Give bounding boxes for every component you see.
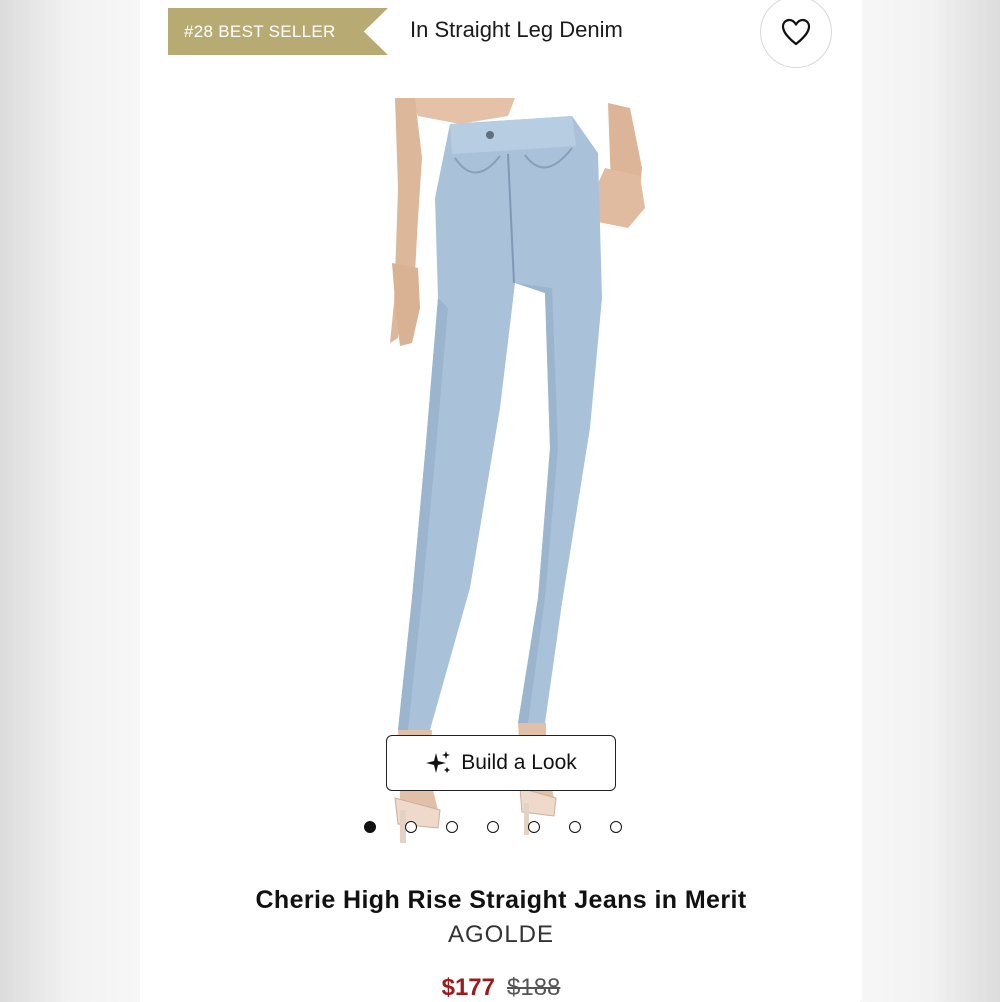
build-a-look-label: Build a Look — [461, 751, 577, 774]
product-brand[interactable]: AGOLDE — [140, 921, 862, 949]
category-link[interactable]: In Straight Leg Denim — [410, 17, 623, 43]
sale-price: $177 — [441, 974, 495, 1001]
gallery-dot-6[interactable] — [569, 821, 581, 833]
gallery-dot-5[interactable] — [528, 821, 540, 833]
favorite-button[interactable] — [760, 0, 832, 68]
gallery-dot-1[interactable] — [364, 821, 376, 833]
gallery-dot-7[interactable] — [610, 821, 622, 833]
build-a-look-button[interactable]: Build a Look — [386, 735, 616, 791]
gallery-dot-4[interactable] — [487, 821, 499, 833]
gallery-dot-2[interactable] — [405, 821, 417, 833]
product-image[interactable] — [340, 98, 660, 843]
best-seller-badge: #28 BEST SELLER — [168, 8, 388, 55]
sparkles-icon — [426, 751, 451, 773]
gallery-dot-3[interactable] — [446, 821, 458, 833]
gallery-pagination — [364, 821, 622, 833]
best-seller-label: #28 BEST SELLER — [184, 21, 336, 41]
original-price: $188 — [507, 974, 561, 1001]
product-title: Cherie High Rise Straight Jeans in Merit — [255, 886, 747, 914]
product-card: #28 BEST SELLER In Straight Leg Denim Bu… — [140, 0, 862, 1002]
price-row: $177 $188 — [140, 974, 862, 1002]
heart-icon — [781, 18, 811, 46]
